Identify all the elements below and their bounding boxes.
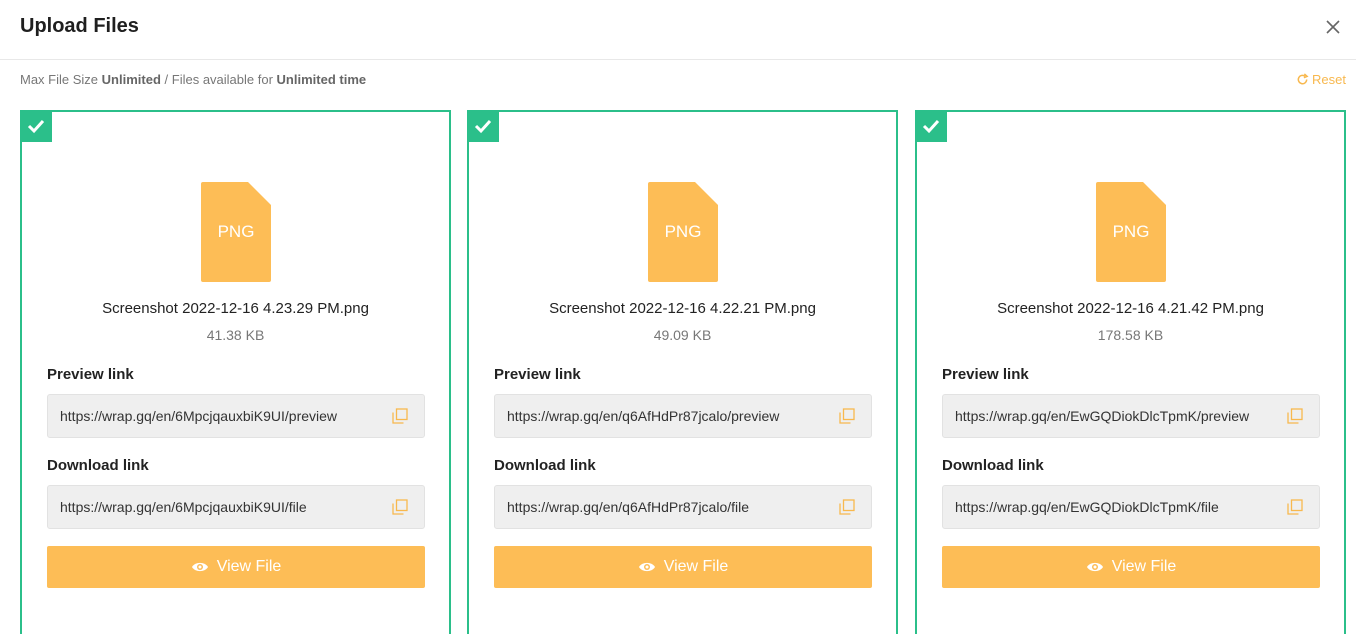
download-link-url: https://wrap.gq/en/q6AfHdPr87jcalo/file [507,499,750,515]
file-name: Screenshot 2022-12-16 4.23.29 PM.png [102,300,369,317]
download-link-label: Download link [494,457,596,474]
preview-link-field[interactable]: https://wrap.gq/en/6MpcjqauxbiK9UI/previ… [47,394,425,438]
preview-link-label: Preview link [47,366,134,383]
copy-icon[interactable] [392,408,408,424]
max-size-value: Unlimited [101,72,161,87]
file-png-icon: PNG [201,182,271,282]
copy-icon[interactable] [1287,408,1303,424]
file-type-label: PNG [664,222,702,241]
file-name: Screenshot 2022-12-16 4.21.42 PM.png [997,300,1264,317]
file-card: PNG Screenshot 2022-12-16 4.21.42 PM.png… [915,110,1346,634]
file-card: PNG Screenshot 2022-12-16 4.22.21 PM.png… [467,110,898,634]
refresh-icon [1297,73,1309,85]
copy-icon[interactable] [1287,499,1303,515]
file-card: PNG Screenshot 2022-12-16 4.23.29 PM.png… [20,110,451,634]
eye-icon [638,562,655,572]
file-size: 41.38 KB [206,327,265,343]
upload-limits-info: Max File Size Unlimited / Files availabl… [20,72,366,87]
file-name: Screenshot 2022-12-16 4.22.21 PM.png [549,300,816,317]
download-link-field[interactable]: https://wrap.gq/en/EwGQDiokDlcTpmK/file [942,485,1320,529]
availability-label: Files available for [171,72,273,87]
modal-header: Upload Files [0,0,1356,60]
preview-link-url: https://wrap.gq/en/q6AfHdPr87jcalo/previ… [507,408,780,424]
eye-icon [1086,562,1103,572]
preview-link-url: https://wrap.gq/en/EwGQDiokDlcTpmK/previ… [955,408,1250,424]
eye-icon [191,562,208,572]
preview-link-field[interactable]: https://wrap.gq/en/q6AfHdPr87jcalo/previ… [494,394,872,438]
copy-icon[interactable] [839,499,855,515]
download-link-label: Download link [47,457,149,474]
file-size: 178.58 KB [1097,327,1164,343]
reset-label: Reset [1312,72,1346,87]
preview-link-field[interactable]: https://wrap.gq/en/EwGQDiokDlcTpmK/previ… [942,394,1320,438]
availability-value: Unlimited time [276,72,367,87]
view-file-label: View File [216,558,282,575]
file-png-icon: PNG [648,182,718,282]
checkmark-icon [20,110,52,142]
reset-button[interactable]: Reset [1296,72,1346,87]
info-separator: / [164,72,169,87]
view-file-label: View File [663,558,729,575]
view-file-label: View File [1111,558,1177,575]
download-link-field[interactable]: https://wrap.gq/en/6MpcjqauxbiK9UI/file [47,485,425,529]
checkmark-icon [467,110,499,142]
close-icon[interactable] [1324,18,1342,36]
file-type-label: PNG [1112,222,1150,241]
copy-icon[interactable] [392,499,408,515]
copy-icon[interactable] [839,408,855,424]
modal-title: Upload Files [20,15,139,37]
view-file-button[interactable]: View File [494,546,872,588]
view-file-button[interactable]: View File [942,546,1320,588]
preview-link-label: Preview link [494,366,581,383]
preview-link-label: Preview link [942,366,1029,383]
file-size: 49.09 KB [653,327,712,343]
checkmark-icon [915,110,947,142]
download-link-url: https://wrap.gq/en/EwGQDiokDlcTpmK/file [955,499,1219,515]
download-link-url: https://wrap.gq/en/6MpcjqauxbiK9UI/file [60,499,307,515]
view-file-button[interactable]: View File [47,546,425,588]
max-size-label: Max File Size [20,72,99,87]
download-link-label: Download link [942,457,1044,474]
file-png-icon: PNG [1096,182,1166,282]
preview-link-url: https://wrap.gq/en/6MpcjqauxbiK9UI/previ… [60,408,338,424]
file-type-label: PNG [217,222,255,241]
download-link-field[interactable]: https://wrap.gq/en/q6AfHdPr87jcalo/file [494,485,872,529]
